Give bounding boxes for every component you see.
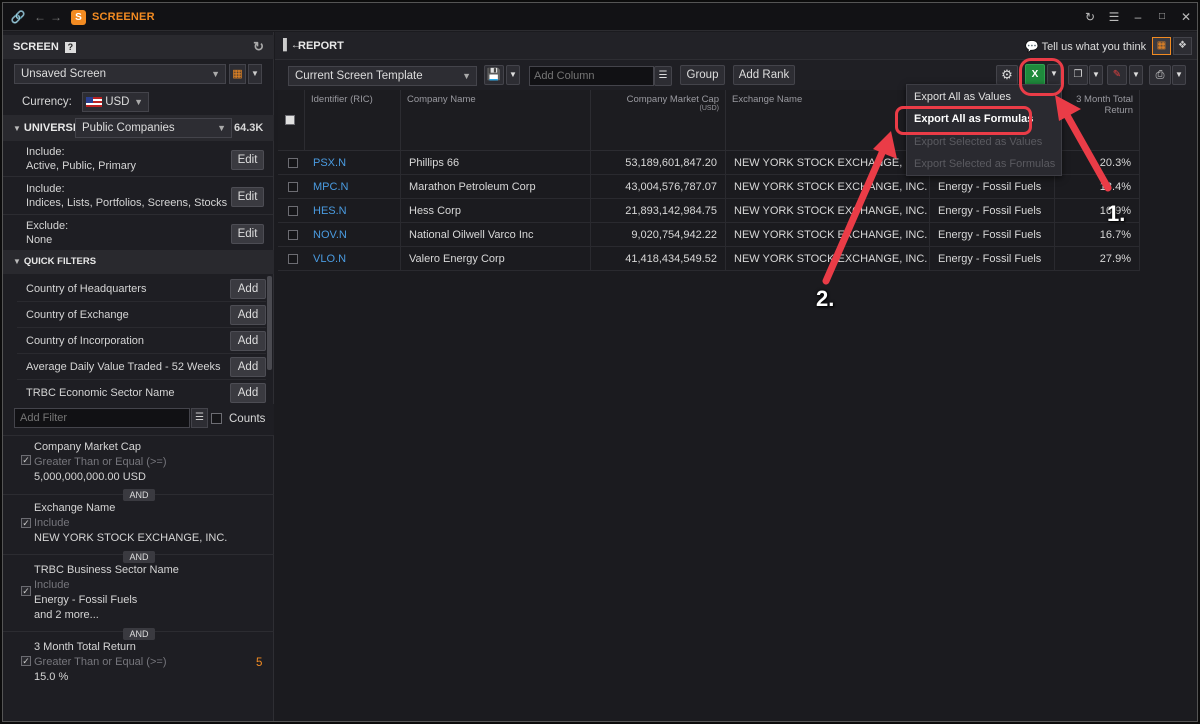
- arrow-step-2: [822, 131, 897, 285]
- step-1-label: 1.: [1107, 201, 1126, 226]
- arrow-step-1: [1055, 95, 1112, 192]
- screener-window: 🔗 ← → S SCREENER ↻ ☰ – □ ✕ SCREEN ? ↻ Un…: [2, 2, 1198, 722]
- annotation-arrows: [822, 95, 1112, 285]
- step-2-label: 2.: [816, 286, 835, 311]
